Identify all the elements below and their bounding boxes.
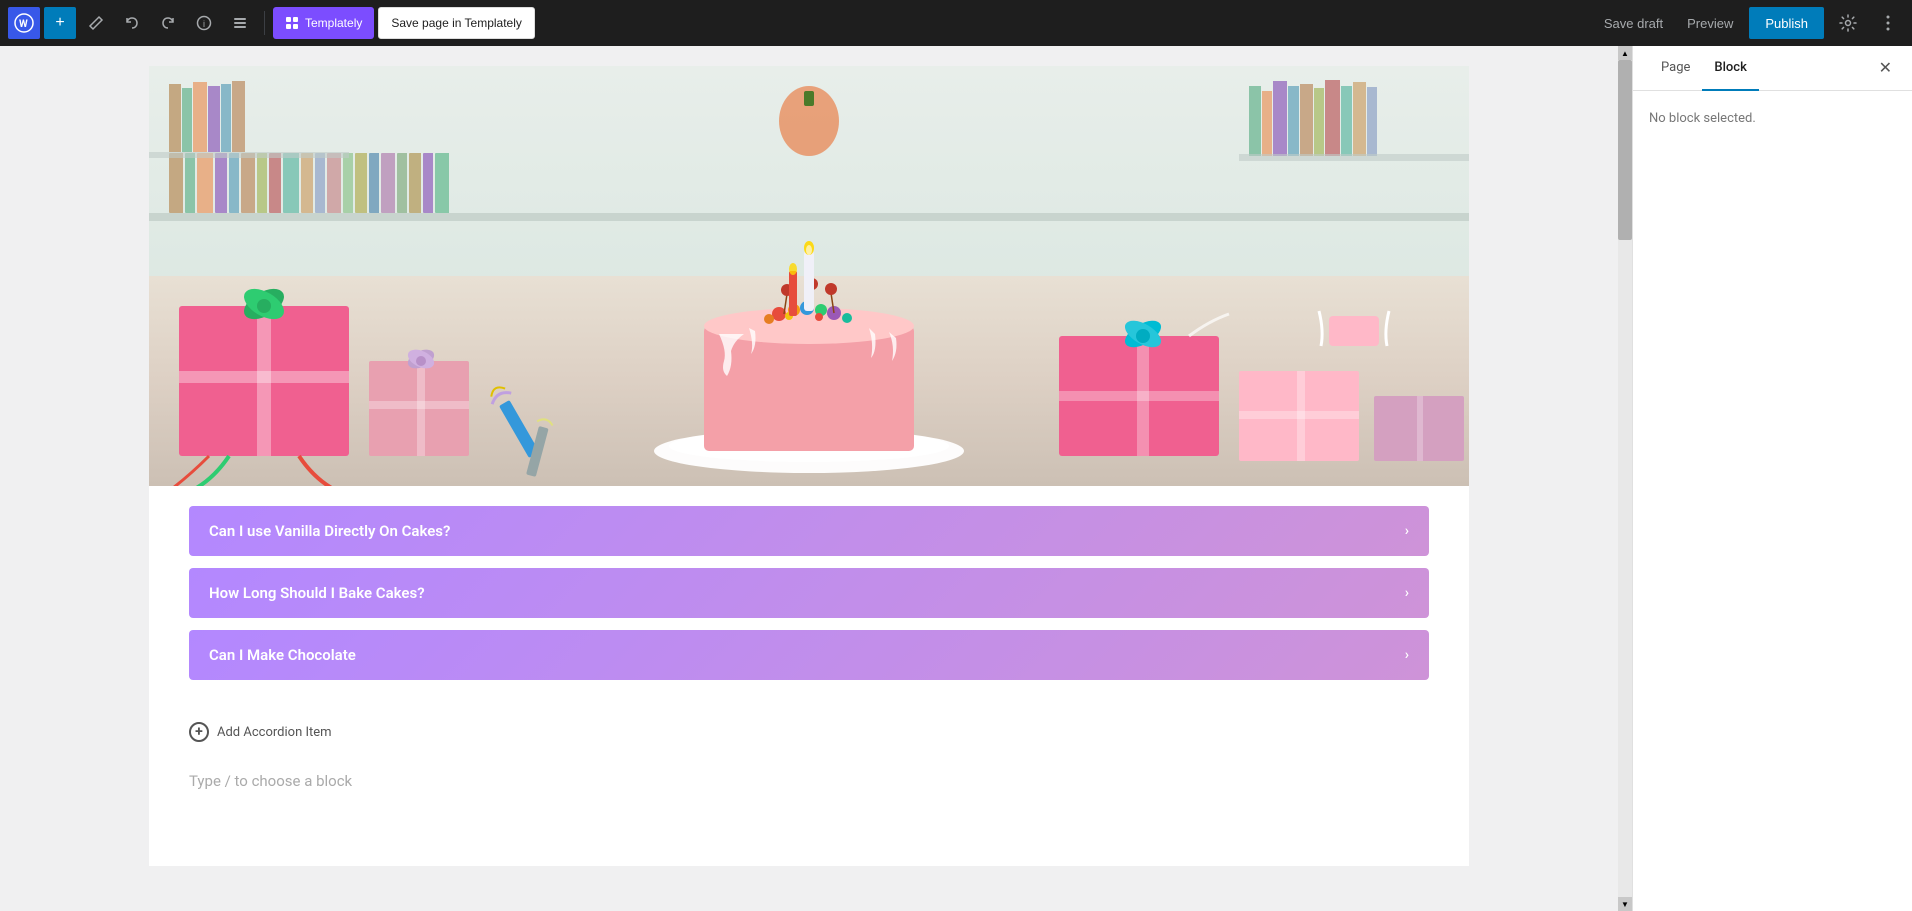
panel-close-button[interactable]: ✕ (1875, 54, 1896, 82)
accordion-chevron-3: › (1405, 647, 1409, 663)
preview-button[interactable]: Preview (1679, 10, 1741, 37)
save-page-templately-button[interactable]: Save page in Templately (378, 7, 535, 39)
scrollbar-up-arrow[interactable]: ▲ (1618, 46, 1632, 60)
accordion-chevron-2: › (1405, 585, 1409, 601)
templately-label: Templately (305, 16, 362, 30)
panel-tabs: Page Block ✕ (1633, 46, 1912, 91)
undo-button[interactable] (116, 7, 148, 39)
accordion-title-2: How Long Should I Bake Cakes? (209, 584, 425, 602)
accordion-section: Can I use Vanilla Directly On Cakes? › H… (149, 486, 1469, 712)
candy-wrapper (1319, 311, 1389, 346)
type-block-placeholder[interactable]: Type / to choose a block (149, 752, 1469, 810)
gift-box-left-small (369, 346, 469, 456)
gift-box-right-3 (1374, 396, 1464, 461)
cake-scene (149, 66, 1469, 486)
more-options-button[interactable] (1872, 7, 1904, 39)
hero-image (149, 66, 1469, 486)
tab-block[interactable]: Block (1702, 46, 1758, 91)
main-layout: Can I use Vanilla Directly On Cakes? › H… (0, 46, 1912, 911)
add-block-button[interactable]: + (44, 7, 76, 39)
scrollbar-track (1618, 60, 1632, 897)
svg-text:W: W (19, 19, 28, 30)
add-accordion-item[interactable]: + Add Accordion Item (149, 712, 1469, 752)
tab-page[interactable]: Page (1649, 46, 1702, 91)
scrollbar-down-arrow[interactable]: ▼ (1618, 897, 1632, 911)
save-templately-label: Save page in Templately (391, 16, 522, 30)
accordion-item-1: Can I use Vanilla Directly On Cakes? › (189, 506, 1429, 556)
panel-content: No block selected. (1633, 91, 1912, 911)
scrollbar-thumb[interactable] (1618, 60, 1632, 240)
gift-box-right-2 (1239, 371, 1359, 461)
add-accordion-label: Add Accordion Item (217, 725, 332, 740)
templately-button[interactable]: Templately (273, 7, 374, 39)
accordion-header-2[interactable]: How Long Should I Bake Cakes? › (189, 568, 1429, 618)
canvas-area[interactable]: Can I use Vanilla Directly On Cakes? › H… (0, 46, 1618, 911)
accordion-item-2: How Long Should I Bake Cakes? › (189, 568, 1429, 618)
info-button[interactable]: i (188, 7, 220, 39)
save-draft-button[interactable]: Save draft (1596, 10, 1671, 37)
list-view-button[interactable] (224, 7, 256, 39)
accordion-chevron-1: › (1405, 523, 1409, 539)
accordion-header-3[interactable]: Can I Make Chocolate › (189, 630, 1429, 680)
no-block-message: No block selected. (1649, 111, 1896, 126)
toolbar: W + i (0, 0, 1912, 46)
tools-button[interactable] (80, 7, 112, 39)
accordion-title-3: Can I Make Chocolate (209, 646, 356, 664)
accordion-item-3: Can I Make Chocolate › (189, 630, 1429, 680)
wp-logo-button[interactable]: W (8, 7, 40, 39)
scrollbar[interactable]: ▲ ▼ (1618, 46, 1632, 911)
publish-button[interactable]: Publish (1749, 7, 1824, 39)
canvas-wrapper: Can I use Vanilla Directly On Cakes? › H… (149, 66, 1469, 866)
svg-text:i: i (203, 19, 205, 29)
add-circle-icon: + (189, 722, 209, 742)
accordion-title-1: Can I use Vanilla Directly On Cakes? (209, 522, 450, 540)
toolbar-divider (264, 11, 265, 35)
right-panel: Page Block ✕ No block selected. (1632, 46, 1912, 911)
settings-button[interactable] (1832, 7, 1864, 39)
redo-button[interactable] (152, 7, 184, 39)
gift-box-right-1 (1059, 314, 1229, 456)
accordion-header-1[interactable]: Can I use Vanilla Directly On Cakes? › (189, 506, 1429, 556)
toolbar-right: Save draft Preview Publish (1596, 7, 1904, 39)
gift-box-left-large (169, 283, 349, 486)
